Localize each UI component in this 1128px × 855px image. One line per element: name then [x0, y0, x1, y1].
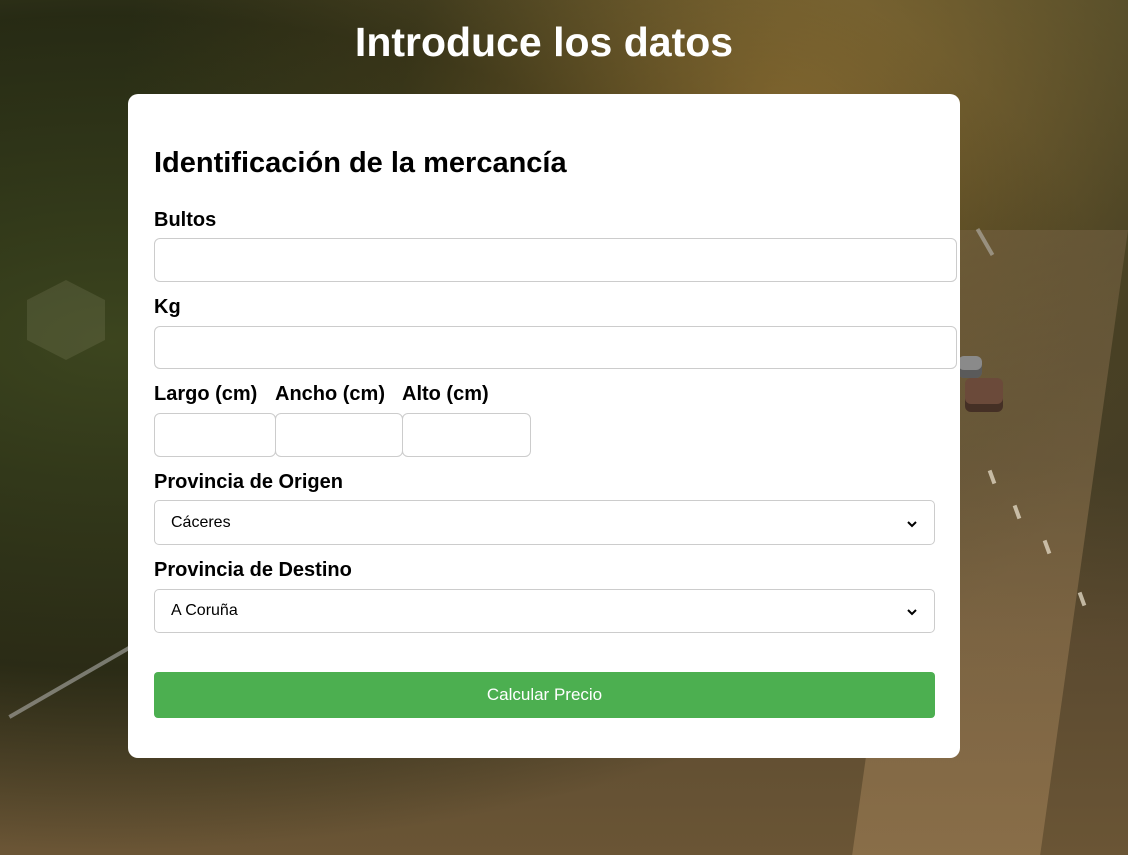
form-card: Identificación de la mercancía Bultos Kg… — [128, 94, 960, 758]
bultos-input[interactable] — [154, 238, 957, 282]
kg-input[interactable] — [154, 326, 957, 369]
destino-label: Provincia de Destino — [154, 559, 352, 581]
alto-label: Alto (cm) — [402, 383, 489, 405]
destino-select[interactable]: A Coruña — [154, 589, 935, 633]
origen-label: Provincia de Origen — [154, 471, 343, 493]
bultos-label: Bultos — [154, 209, 217, 231]
background-car — [965, 378, 1003, 412]
calcular-precio-button[interactable]: Calcular Precio — [154, 672, 935, 718]
background-hexagon-shape — [27, 280, 105, 360]
chevron-down-icon — [906, 605, 918, 617]
background-guardrail-left — [8, 645, 132, 719]
origen-select[interactable]: Cáceres — [154, 500, 935, 545]
destino-selected-value: A Coruña — [171, 602, 238, 619]
kg-label: Kg — [154, 296, 181, 318]
ancho-input[interactable] — [275, 413, 403, 457]
largo-input[interactable] — [154, 413, 276, 457]
chevron-down-icon — [906, 517, 918, 529]
ancho-label: Ancho (cm) — [275, 383, 385, 405]
origen-selected-value: Cáceres — [171, 513, 231, 531]
section-title: Identificación de la mercancía — [154, 147, 567, 179]
background-car — [958, 356, 982, 378]
background-lane-mark — [1077, 591, 1087, 607]
alto-input[interactable] — [402, 413, 531, 457]
largo-label: Largo (cm) — [154, 383, 258, 405]
page-title: Introduce los datos — [354, 19, 734, 65]
